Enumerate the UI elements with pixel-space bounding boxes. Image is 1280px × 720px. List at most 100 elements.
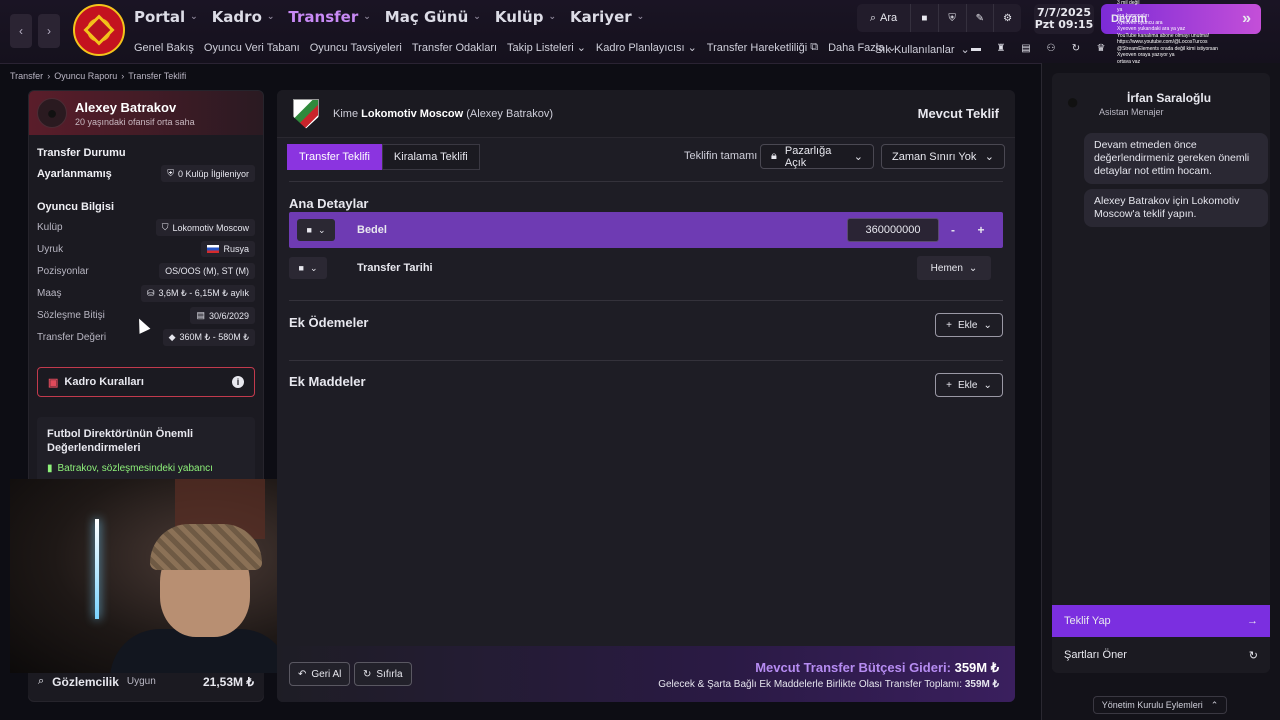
favorites-dropdown[interactable]: Sık Kullanılanlar ⌄ [875, 43, 970, 57]
back-button[interactable]: ‹ [10, 14, 32, 48]
tab-transfer-offer[interactable]: Transfer Teklifi [287, 144, 382, 170]
undo-icon: ↶ [298, 668, 307, 680]
chevron-down-icon: ⌄ [548, 12, 556, 22]
arrow-right-icon: → [1247, 615, 1258, 627]
transfer-date-row: ■ ⌄ Transfer Tarihi Hemen ⌄ [289, 254, 1003, 282]
positions-value: OS/OOS (M), ST (M) [159, 263, 255, 279]
refresh-icon[interactable]: ↻ [1068, 40, 1084, 56]
nav-mac-gunu[interactable]: Maç Günü ⌄ [385, 8, 481, 26]
subnav-takip-listeleri[interactable]: Takip Listeleri ⌄ [507, 41, 586, 55]
people-icon[interactable]: ⚇ [1043, 40, 1059, 56]
lock-icon: 🔒︎ [771, 150, 777, 162]
trophy-icon[interactable]: ♛ [1093, 40, 1109, 56]
chevron-down-icon: ⌄ [636, 12, 645, 22]
player-name: Alexey Batrakov [75, 99, 177, 115]
club-badge[interactable]: ⛉ Lokomotiv Moscow [155, 219, 255, 236]
director-message[interactable]: ▮ Batrakov, sözleşmesindeki yabancı [47, 463, 245, 474]
make-offer-button[interactable]: Teklif Yap → [1052, 605, 1270, 637]
pen-icon[interactable]: ✎ [967, 4, 995, 32]
breadcrumb-player-report[interactable]: Oyuncu Raporu [54, 71, 117, 81]
nav-kulup[interactable]: Kulüp ⌄ [495, 8, 556, 26]
interest-badge[interactable]: ⛨ 0 Kulüp İlgileniyor [161, 165, 255, 182]
assistant-card: ● İrfan Saraloğlu Asistan Menajer Devam … [1052, 73, 1270, 673]
offer-scope-label: Teklifin tamamı [684, 150, 758, 162]
club-logo[interactable] [73, 4, 125, 56]
reset-button[interactable]: ↻ Sıfırla [354, 662, 412, 686]
search-button[interactable]: ⌕ Ara [857, 4, 911, 32]
chevron-down-icon: ⌄ [687, 42, 697, 54]
chat-icon[interactable]: ▬ [968, 40, 984, 56]
assistant-panel: ● İrfan Saraloğlu Asistan Menajer Devam … [1041, 63, 1280, 720]
board-actions-button[interactable]: Yönetim Kurulu Eylemleri ⌃ [1093, 696, 1227, 714]
nationality-badge[interactable]: Rusya [201, 241, 255, 257]
led-light [95, 519, 99, 619]
fee-row: ■ ⌄ Bedel 360000000 - + [289, 212, 1003, 248]
offer-tabs: Transfer Teklifi Kiralama Teklifi [287, 144, 480, 170]
chevron-down-icon: ⌄ [968, 262, 978, 274]
extra-clauses-title: Ek Maddeler [289, 374, 366, 389]
assistant-message-2: Alexey Batrakov için Lokomotiv Moscow'a … [1084, 189, 1268, 227]
chevron-right-icon: › [47, 24, 51, 38]
gear-icon[interactable]: ⚙ [994, 4, 1021, 32]
transfer-date-dropdown[interactable]: Hemen ⌄ [917, 256, 991, 280]
subnav-transfer-odaklari[interactable]: Transfer Odakları [412, 41, 497, 54]
info-row-club: Kulüp ⛉ Lokomotiv Moscow [37, 219, 255, 236]
chevron-down-icon: ⌄ [317, 224, 326, 235]
scouting-label: Gözlemcilik [52, 674, 119, 689]
subnav-kadro-planlayicisi[interactable]: Kadro Planlayıcısı ⌄ [596, 41, 697, 55]
flag-icon [207, 245, 220, 253]
player-header[interactable]: ● Alexey Batrakov 20 yaşındaki ofansif o… [29, 91, 263, 135]
add-extra-clause-button[interactable]: + Ekle ⌄ [935, 373, 1003, 397]
fee-increase-button[interactable]: + [967, 223, 995, 237]
inbox-icon[interactable]: ■ [911, 4, 939, 32]
clipboard-icon[interactable]: ▤ [1018, 40, 1034, 56]
time-limit-dropdown[interactable]: Zaman Sınırı Yok ⌄ [881, 144, 1005, 169]
info-icon[interactable]: i [232, 376, 244, 388]
search-icon: ⌕ [38, 675, 45, 687]
assistant-avatar: ● [1066, 89, 1080, 114]
fee-lock-toggle[interactable]: ■ ⌄ [297, 219, 335, 241]
total-value: 359M ₺ [964, 679, 999, 690]
subnav-oyuncu-tavsiyeleri[interactable]: Oyuncu Tavsiyeleri [310, 41, 402, 54]
suggest-terms-button[interactable]: Şartları Öner ↻ [1052, 641, 1270, 669]
nav-transfer[interactable]: Transfer ⌄ [288, 8, 370, 26]
plus-icon: + [946, 319, 952, 331]
offer-footer: ↶ Geri Al ↻ Sıfırla Mevcut Transfer Bütçes… [277, 646, 1015, 702]
breadcrumb-transfer[interactable]: Transfer [10, 71, 43, 81]
budget-value: 359M ₺ [954, 660, 999, 675]
subnav-oyuncu-veri-tabani[interactable]: Oyuncu Veri Tabanı [204, 41, 300, 54]
contract-badge: ▤ 30/6/2029 [190, 307, 255, 324]
chevron-down-icon: ⌄ [983, 379, 992, 391]
fee-input[interactable]: 360000000 [847, 218, 939, 242]
info-row-wage: Maaş ⛁ 3,6M ₺ - 6,15M ₺ aylık [37, 285, 255, 302]
negotiable-dropdown[interactable]: 🔒︎ Pazarlığa Açık ⌄ [760, 144, 874, 169]
subnav-transfer-hareketliligi[interactable]: Transfer Hareketliliği ⧉ [707, 41, 818, 54]
forward-button[interactable]: › [38, 14, 60, 48]
refresh-icon: ↻ [1248, 649, 1258, 662]
chevron-down-icon: ⌄ [266, 12, 275, 22]
shield-icon[interactable]: ⛨ [939, 4, 967, 32]
director-title: Futbol Direktörünün Önemli Değerlendirme… [47, 428, 194, 454]
document-icon: ▤ [196, 310, 205, 320]
nav-kadro[interactable]: Kadro ⌄ [212, 8, 275, 26]
date-lock-toggle[interactable]: ■ ⌄ [289, 257, 327, 279]
undo-button[interactable]: ↶ Geri Al [289, 662, 351, 686]
player-avatar: ● [37, 98, 67, 128]
tab-loan-offer[interactable]: Kiralama Teklifi [381, 144, 480, 170]
search-icon: ⌕ [869, 11, 877, 24]
date-time[interactable]: 7/7/2025 Pzt 09:15 [1034, 4, 1094, 34]
shirt-icon[interactable]: ♜ [993, 40, 1009, 56]
wage-badge: ⛁ 3,6M ₺ - 6,15M ₺ aylık [140, 285, 255, 302]
transfer-status-value: Ayarlanmamış [37, 167, 112, 180]
offer-title: Mevcut Teklif [917, 106, 999, 121]
info-row-value: Transfer Değeri ◆ 360M ₺ - 580M ₺ [37, 329, 255, 346]
reset-icon: ↻ [363, 668, 372, 680]
nav-kariyer[interactable]: Kariyer ⌄ [570, 8, 644, 26]
subnav-genel-bakis[interactable]: Genel Bakış [134, 41, 194, 54]
breadcrumb-current: Transfer Teklifi [128, 71, 187, 81]
squad-rules-button[interactable]: ▣ Kadro Kuralları i [37, 367, 255, 397]
add-extra-payment-button[interactable]: + Ekle ⌄ [935, 313, 1003, 337]
fee-decrease-button[interactable]: - [939, 223, 967, 237]
nav-portal[interactable]: Portal ⌄ [134, 8, 198, 26]
value-badge: ◆ 360M ₺ - 580M ₺ [162, 329, 255, 346]
